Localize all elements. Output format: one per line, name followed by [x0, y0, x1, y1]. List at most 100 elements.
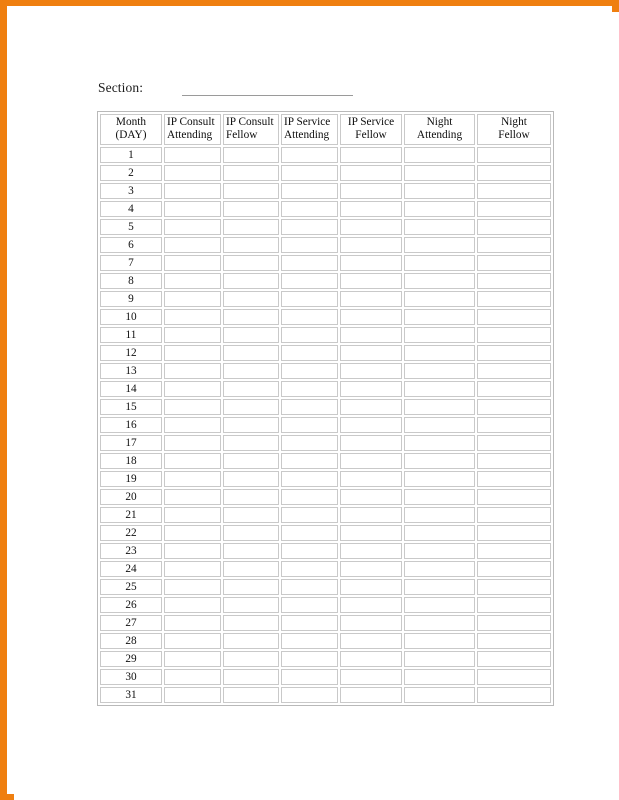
entry-cell-ip_consult_fellow[interactable] — [223, 597, 279, 613]
entry-cell-ip_service_attending[interactable] — [281, 291, 338, 307]
entry-cell-ip_consult_attending[interactable] — [164, 453, 221, 469]
entry-cell-ip_service_fellow[interactable] — [340, 273, 402, 289]
entry-cell-ip_service_fellow[interactable] — [340, 453, 402, 469]
entry-cell-night_fellow[interactable] — [477, 201, 551, 217]
entry-cell-ip_service_fellow[interactable] — [340, 543, 402, 559]
entry-cell-night_fellow[interactable] — [477, 165, 551, 181]
entry-cell-ip_service_attending[interactable] — [281, 471, 338, 487]
entry-cell-ip_consult_attending[interactable] — [164, 381, 221, 397]
entry-cell-ip_consult_attending[interactable] — [164, 687, 221, 703]
entry-cell-ip_service_fellow[interactable] — [340, 687, 402, 703]
entry-cell-ip_service_attending[interactable] — [281, 237, 338, 253]
entry-cell-ip_service_fellow[interactable] — [340, 507, 402, 523]
entry-cell-ip_service_fellow[interactable] — [340, 579, 402, 595]
entry-cell-night_attending[interactable] — [404, 615, 475, 631]
entry-cell-ip_consult_attending[interactable] — [164, 327, 221, 343]
entry-cell-night_fellow[interactable] — [477, 597, 551, 613]
entry-cell-night_fellow[interactable] — [477, 507, 551, 523]
entry-cell-ip_consult_attending[interactable] — [164, 363, 221, 379]
entry-cell-night_fellow[interactable] — [477, 615, 551, 631]
entry-cell-ip_service_fellow[interactable] — [340, 597, 402, 613]
entry-cell-ip_consult_fellow[interactable] — [223, 255, 279, 271]
entry-cell-ip_service_attending[interactable] — [281, 579, 338, 595]
entry-cell-ip_service_fellow[interactable] — [340, 561, 402, 577]
entry-cell-night_attending[interactable] — [404, 147, 475, 163]
entry-cell-ip_consult_fellow[interactable] — [223, 273, 279, 289]
entry-cell-night_attending[interactable] — [404, 399, 475, 415]
entry-cell-night_fellow[interactable] — [477, 471, 551, 487]
entry-cell-ip_service_attending[interactable] — [281, 327, 338, 343]
entry-cell-ip_service_attending[interactable] — [281, 525, 338, 541]
entry-cell-ip_service_attending[interactable] — [281, 381, 338, 397]
entry-cell-ip_service_attending[interactable] — [281, 687, 338, 703]
entry-cell-ip_service_attending[interactable] — [281, 165, 338, 181]
entry-cell-ip_consult_attending[interactable] — [164, 471, 221, 487]
entry-cell-ip_consult_fellow[interactable] — [223, 219, 279, 235]
entry-cell-ip_service_fellow[interactable] — [340, 525, 402, 541]
entry-cell-night_fellow[interactable] — [477, 669, 551, 685]
entry-cell-night_attending[interactable] — [404, 435, 475, 451]
entry-cell-ip_consult_attending[interactable] — [164, 165, 221, 181]
entry-cell-night_fellow[interactable] — [477, 381, 551, 397]
entry-cell-ip_service_attending[interactable] — [281, 615, 338, 631]
entry-cell-night_fellow[interactable] — [477, 651, 551, 667]
entry-cell-ip_service_attending[interactable] — [281, 363, 338, 379]
entry-cell-night_attending[interactable] — [404, 381, 475, 397]
entry-cell-ip_service_attending[interactable] — [281, 309, 338, 325]
entry-cell-night_attending[interactable] — [404, 633, 475, 649]
entry-cell-ip_service_fellow[interactable] — [340, 363, 402, 379]
entry-cell-night_fellow[interactable] — [477, 687, 551, 703]
entry-cell-ip_service_fellow[interactable] — [340, 417, 402, 433]
entry-cell-ip_service_attending[interactable] — [281, 651, 338, 667]
entry-cell-night_attending[interactable] — [404, 651, 475, 667]
entry-cell-ip_service_fellow[interactable] — [340, 237, 402, 253]
entry-cell-night_fellow[interactable] — [477, 363, 551, 379]
entry-cell-ip_service_fellow[interactable] — [340, 471, 402, 487]
entry-cell-ip_consult_attending[interactable] — [164, 399, 221, 415]
entry-cell-ip_service_fellow[interactable] — [340, 201, 402, 217]
entry-cell-ip_service_fellow[interactable] — [340, 615, 402, 631]
entry-cell-ip_consult_fellow[interactable] — [223, 345, 279, 361]
entry-cell-ip_consult_fellow[interactable] — [223, 543, 279, 559]
entry-cell-ip_consult_fellow[interactable] — [223, 633, 279, 649]
entry-cell-night_attending[interactable] — [404, 669, 475, 685]
entry-cell-ip_service_attending[interactable] — [281, 633, 338, 649]
entry-cell-ip_consult_attending[interactable] — [164, 615, 221, 631]
entry-cell-night_fellow[interactable] — [477, 255, 551, 271]
entry-cell-night_fellow[interactable] — [477, 525, 551, 541]
entry-cell-ip_consult_fellow[interactable] — [223, 435, 279, 451]
entry-cell-ip_consult_fellow[interactable] — [223, 525, 279, 541]
entry-cell-ip_service_fellow[interactable] — [340, 399, 402, 415]
entry-cell-night_attending[interactable] — [404, 255, 475, 271]
entry-cell-ip_service_fellow[interactable] — [340, 651, 402, 667]
entry-cell-ip_consult_fellow[interactable] — [223, 381, 279, 397]
entry-cell-ip_consult_attending[interactable] — [164, 435, 221, 451]
entry-cell-ip_service_fellow[interactable] — [340, 381, 402, 397]
entry-cell-ip_service_fellow[interactable] — [340, 669, 402, 685]
entry-cell-ip_service_attending[interactable] — [281, 273, 338, 289]
entry-cell-ip_consult_fellow[interactable] — [223, 561, 279, 577]
entry-cell-ip_service_attending[interactable] — [281, 255, 338, 271]
entry-cell-ip_service_attending[interactable] — [281, 183, 338, 199]
entry-cell-ip_consult_attending[interactable] — [164, 183, 221, 199]
entry-cell-night_attending[interactable] — [404, 579, 475, 595]
entry-cell-ip_consult_attending[interactable] — [164, 579, 221, 595]
entry-cell-ip_service_fellow[interactable] — [340, 291, 402, 307]
entry-cell-ip_consult_attending[interactable] — [164, 237, 221, 253]
entry-cell-ip_consult_fellow[interactable] — [223, 309, 279, 325]
entry-cell-ip_service_attending[interactable] — [281, 453, 338, 469]
entry-cell-night_fellow[interactable] — [477, 345, 551, 361]
entry-cell-ip_consult_fellow[interactable] — [223, 471, 279, 487]
entry-cell-ip_service_fellow[interactable] — [340, 489, 402, 505]
entry-cell-ip_consult_attending[interactable] — [164, 201, 221, 217]
entry-cell-ip_service_attending[interactable] — [281, 201, 338, 217]
entry-cell-ip_service_attending[interactable] — [281, 543, 338, 559]
entry-cell-ip_consult_fellow[interactable] — [223, 669, 279, 685]
entry-cell-ip_service_fellow[interactable] — [340, 183, 402, 199]
entry-cell-ip_consult_attending[interactable] — [164, 309, 221, 325]
entry-cell-ip_service_attending[interactable] — [281, 345, 338, 361]
entry-cell-ip_service_fellow[interactable] — [340, 309, 402, 325]
entry-cell-ip_consult_fellow[interactable] — [223, 579, 279, 595]
entry-cell-night_fellow[interactable] — [477, 327, 551, 343]
entry-cell-ip_service_attending[interactable] — [281, 669, 338, 685]
